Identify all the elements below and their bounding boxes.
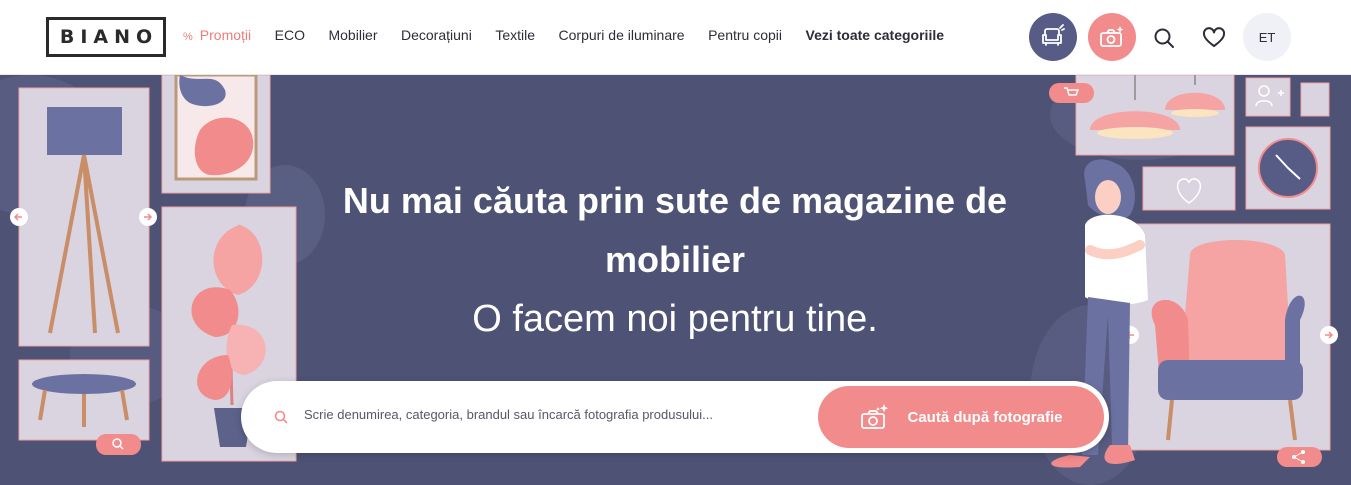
- search-by-photo-button[interactable]: Caută după fotografie: [818, 386, 1104, 448]
- search-icon: [274, 410, 288, 424]
- main-nav: % Promoții ECO Mobilier Decorațiuni Texti…: [183, 27, 968, 43]
- camera-icon: [1100, 26, 1124, 47]
- search-by-photo-label: Caută după fotografie: [907, 408, 1063, 426]
- search-tag: [96, 434, 141, 455]
- nav-item-mobilier[interactable]: Mobilier: [328, 27, 377, 43]
- site-header: BIANO % Promoții ECO Mobilier Decorațiuni…: [0, 0, 1351, 75]
- cart-icon: [1049, 83, 1094, 103]
- hero-banner: Nu mai căuta prin sute de magazine de mo…: [0, 75, 1351, 485]
- nav-item-corpuri-de-iluminare[interactable]: Corpuri de iluminare: [559, 27, 685, 43]
- nav-item-textile[interactable]: Textile: [495, 27, 535, 43]
- search-icon: [1154, 28, 1174, 48]
- language-switcher[interactable]: ET: [1243, 13, 1291, 61]
- header-search-button[interactable]: [1150, 24, 1178, 52]
- camera-icon: [861, 404, 889, 429]
- nav-item-promotii[interactable]: % Promoții: [183, 27, 251, 43]
- painting-card: [161, 75, 271, 194]
- photo-search-button[interactable]: [1088, 13, 1136, 61]
- furniture-button[interactable]: [1029, 13, 1077, 61]
- nav-item-label: Promoții: [199, 27, 252, 43]
- nav-item-all-categories[interactable]: Vezi toate categoriile: [806, 27, 945, 43]
- floor-lamp-card: [18, 87, 150, 347]
- armchair-card: [1127, 223, 1331, 451]
- hero-headline-block: Nu mai căuta prin sute de magazine de mo…: [300, 171, 1050, 349]
- coffee-table-card: [18, 359, 150, 441]
- hero-search-bar: Caută după fotografie: [241, 381, 1109, 453]
- percent-icon: %: [183, 31, 193, 43]
- biano-logo[interactable]: BIANO: [46, 17, 166, 57]
- share-icon: [1277, 447, 1322, 467]
- heart-frame-card: [1142, 166, 1236, 211]
- hero-headline: Nu mai căuta prin sute de magazine de mo…: [342, 180, 1008, 280]
- favorites-button[interactable]: [1200, 24, 1228, 52]
- add-user-icon: [1245, 77, 1291, 117]
- wall-clock-card: [1245, 126, 1331, 210]
- nav-item-decoratiuni[interactable]: Decorațiuni: [401, 27, 472, 43]
- nav-item-eco[interactable]: ECO: [275, 27, 305, 43]
- pendant-lamps-card: [1075, 75, 1235, 156]
- hero-subheadline: O facem noi pentru tine.: [472, 298, 878, 340]
- search-input[interactable]: [304, 407, 804, 422]
- heart-icon: [1202, 27, 1226, 47]
- nav-item-pentru-copii[interactable]: Pentru copii: [708, 27, 782, 43]
- sofa-icon: [1042, 24, 1065, 46]
